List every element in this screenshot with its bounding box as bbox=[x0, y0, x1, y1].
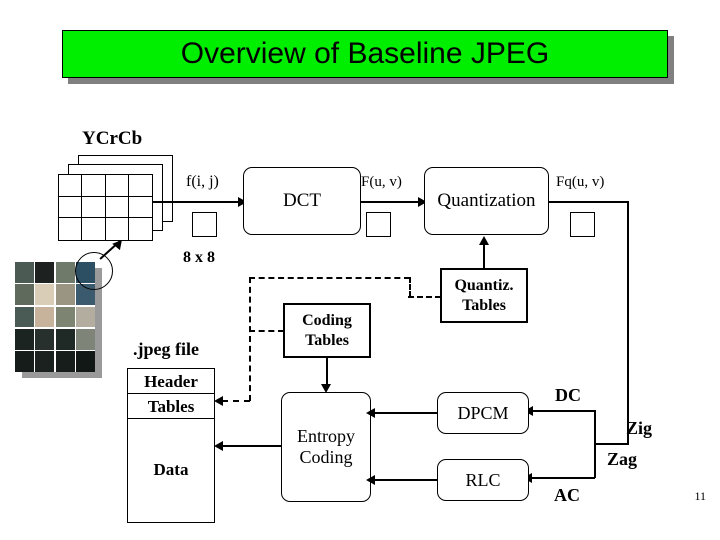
dashed-to-file-tables bbox=[222, 400, 250, 402]
mosaic-tile bbox=[55, 328, 75, 350]
entropy-to-file-arrowhead bbox=[214, 441, 223, 451]
plane-cell bbox=[59, 218, 83, 240]
plane-cell bbox=[82, 175, 106, 197]
dpcm-to-entropy-arrowhead bbox=[366, 408, 375, 418]
rlc-to-entropy-line bbox=[371, 479, 439, 482]
fquv-label: Fq(u, v) bbox=[556, 174, 605, 190]
plane-cell bbox=[128, 197, 152, 219]
block-8x8-square-input bbox=[192, 212, 217, 237]
block-size-label: 8 x 8 bbox=[183, 249, 215, 266]
fquv-line-vertical bbox=[627, 201, 629, 444]
plane-cell bbox=[82, 196, 106, 219]
ycrcb-label: YCrCb bbox=[82, 128, 143, 149]
zig-label: Zig bbox=[626, 418, 653, 438]
zigzag-split-vertical bbox=[594, 410, 596, 478]
dct-box[interactable]: DCT bbox=[243, 167, 361, 235]
plane-cell bbox=[59, 175, 83, 197]
mosaic-tile bbox=[15, 262, 34, 283]
mosaic-tile bbox=[55, 306, 75, 328]
ac-line bbox=[529, 477, 595, 480]
magnifier-circle-icon bbox=[75, 252, 113, 290]
dashed-coding-tables-link bbox=[249, 330, 284, 332]
color-plane-front bbox=[58, 174, 153, 241]
quantiz-tables-line1: Quantiz. bbox=[454, 277, 514, 295]
dashed-top-trunk bbox=[249, 277, 410, 279]
dashed-left-trunk bbox=[249, 277, 251, 401]
jpeg-data-row: Data bbox=[153, 460, 189, 479]
fij-arrow-line bbox=[153, 201, 241, 203]
plane-cell bbox=[105, 175, 129, 197]
coding-tables-line2: Tables bbox=[305, 331, 349, 349]
mosaic-tile bbox=[55, 284, 75, 306]
block-8x8-square-dct bbox=[366, 212, 391, 237]
dpcm-label: DPCM bbox=[457, 402, 509, 423]
entropy-coding-box[interactable]: Entropy Coding bbox=[281, 392, 371, 502]
ac-label: AC bbox=[554, 485, 580, 505]
page-title: Overview of Baseline JPEG bbox=[180, 37, 550, 70]
jpeg-header-row: Header bbox=[128, 369, 214, 394]
mosaic-tile bbox=[76, 351, 95, 372]
coding-tables-box[interactable]: Coding Tables bbox=[283, 303, 371, 358]
mosaic-tile bbox=[35, 328, 55, 350]
mosaic-tile bbox=[15, 306, 34, 328]
dashed-quantiz-tables-link bbox=[408, 296, 441, 298]
slide-title-box: Overview of Baseline JPEG bbox=[62, 30, 668, 78]
quantization-box[interactable]: Quantization bbox=[424, 167, 549, 235]
dc-label: DC bbox=[555, 385, 581, 405]
quantiz-tables-box[interactable]: Quantiz. Tables bbox=[440, 268, 528, 323]
mosaic-tile bbox=[55, 262, 75, 283]
coding-tables-to-entropy-line bbox=[326, 358, 329, 386]
quantization-label: Quantization bbox=[437, 190, 536, 212]
rlc-label: RLC bbox=[465, 469, 501, 490]
jpeg-file-caption: .jpeg file bbox=[133, 339, 199, 359]
mosaic-tile bbox=[35, 306, 55, 328]
dct-label: DCT bbox=[283, 190, 321, 212]
plane-cell bbox=[105, 196, 129, 219]
page-number: 11 bbox=[694, 489, 706, 503]
fuv-label: F(u, v) bbox=[361, 174, 402, 190]
mosaic-tile bbox=[15, 328, 34, 350]
fquv-line-horizontal bbox=[549, 201, 629, 203]
mosaic-tile bbox=[76, 306, 95, 328]
zag-label: Zag bbox=[607, 449, 638, 469]
mosaic-tile bbox=[15, 284, 34, 306]
entropy-coding-line2: Coding bbox=[299, 447, 353, 467]
mosaic-tile bbox=[35, 284, 55, 306]
dpcm-to-entropy-line bbox=[371, 412, 439, 414]
plane-cell bbox=[59, 196, 83, 219]
quantiz-tables-line2: Tables bbox=[462, 296, 506, 314]
entropy-to-file-line bbox=[222, 445, 282, 447]
dpcm-box[interactable]: DPCM bbox=[437, 392, 529, 434]
entropy-coding-line1: Entropy bbox=[297, 426, 355, 447]
rlc-to-entropy-arrowhead bbox=[366, 475, 375, 485]
block-8x8-square-quant bbox=[570, 212, 595, 237]
coding-tables-line1: Coding bbox=[302, 312, 352, 330]
quantiz-tables-arrowhead bbox=[479, 236, 489, 245]
jpeg-file-box[interactable]: Header Tables Data bbox=[127, 368, 215, 523]
dashed-to-file-tables-arrowhead bbox=[214, 396, 223, 406]
jpeg-tables-row: Tables bbox=[128, 394, 214, 419]
mosaic-tile bbox=[35, 351, 55, 372]
quantiz-tables-to-quantization-line bbox=[483, 244, 485, 269]
mosaic-tile bbox=[55, 351, 75, 372]
plane-cell bbox=[128, 175, 152, 197]
plane-cell bbox=[82, 218, 106, 240]
plane-cell bbox=[129, 218, 152, 240]
dashed-quantiz-tables-riser bbox=[409, 277, 411, 297]
fuv-arrow-line bbox=[361, 201, 422, 203]
rlc-box[interactable]: RLC bbox=[437, 459, 529, 501]
fij-label: f(i, j) bbox=[186, 173, 219, 190]
slide-canvas: Overview of Baseline JPEG YCrCb f(i, j) … bbox=[0, 0, 720, 540]
mosaic-tile bbox=[15, 351, 34, 372]
mosaic-tile bbox=[76, 328, 95, 350]
mosaic-tile bbox=[35, 262, 55, 283]
zigzag-split-horizontal bbox=[594, 443, 629, 445]
dc-line bbox=[529, 410, 595, 412]
